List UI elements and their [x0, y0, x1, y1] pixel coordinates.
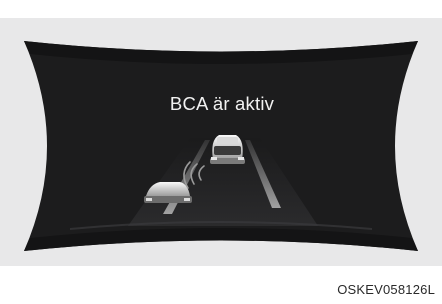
- image-reference-code: OSKEV058126L: [337, 282, 435, 297]
- cluster-display: [24, 41, 418, 251]
- manual-illustration: BCA är aktiv OSKEV058126L: [0, 0, 442, 304]
- own-vehicle-icon: [210, 135, 245, 164]
- status-message: BCA är aktiv: [169, 93, 275, 114]
